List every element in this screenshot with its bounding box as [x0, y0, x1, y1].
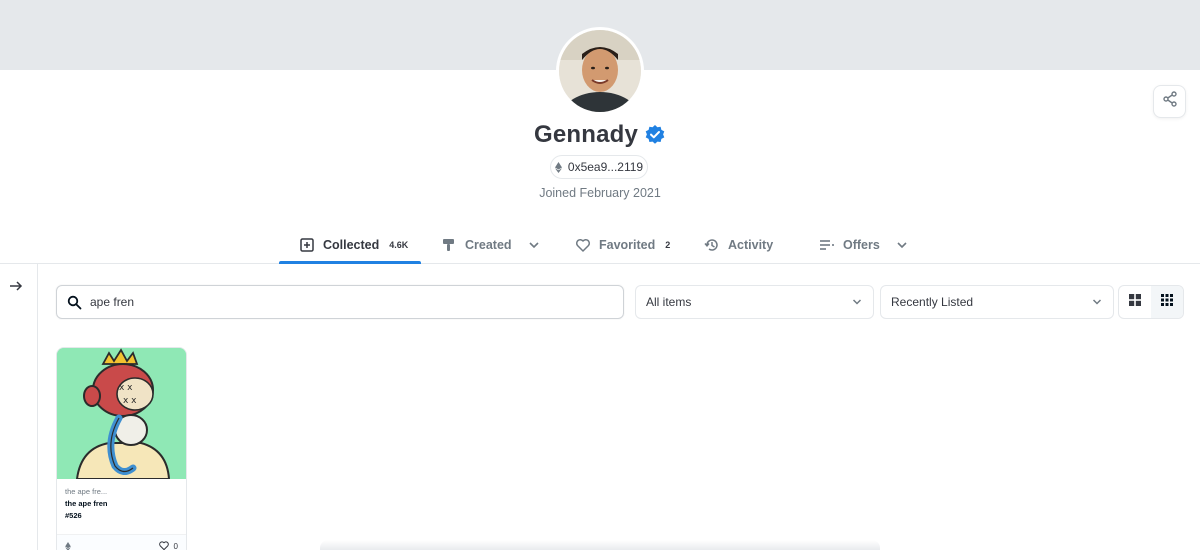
large-grid-button[interactable] — [1119, 286, 1151, 318]
chevron-down-icon — [851, 296, 863, 308]
card-collection-name: the ape fre... — [65, 487, 108, 496]
search-field[interactable] — [56, 285, 624, 319]
card-title: the ape fren — [65, 499, 108, 508]
ethereum-icon — [65, 542, 71, 550]
svg-text:x x: x x — [119, 383, 133, 393]
bottom-panel-edge — [320, 540, 880, 550]
items-filter-select[interactable]: All items — [635, 285, 874, 319]
profile-name: Gennady — [533, 121, 639, 148]
search-icon — [67, 295, 82, 310]
wallet-address-button[interactable]: 0x5ea9...2119 — [550, 155, 648, 179]
list-icon — [819, 237, 835, 253]
share-button[interactable] — [1153, 85, 1186, 118]
wallet-address: 0x5ea9...2119 — [567, 160, 644, 174]
tab-count: 4.6K — [389, 239, 409, 250]
card-favorite-button[interactable]: 0 — [158, 540, 178, 550]
svg-text:x x: x x — [123, 396, 137, 406]
tab-label: Offers — [843, 237, 880, 252]
large-grid-icon — [1128, 293, 1142, 312]
arrow-right-icon[interactable] — [8, 278, 24, 294]
profile-tabs: Collected 4.6K Created Favorited 2 Activ… — [0, 225, 1200, 264]
tab-label: Activity — [728, 237, 774, 252]
tab-count: 2 — [665, 239, 671, 250]
brush-icon — [441, 237, 457, 253]
items-filter-value: All items — [646, 295, 692, 309]
tab-label: Collected — [323, 237, 380, 252]
sort-select[interactable]: Recently Listed — [880, 285, 1114, 319]
tab-label: Created — [465, 237, 512, 252]
filter-sidebar — [0, 264, 38, 550]
card-like-count: 0 — [173, 542, 178, 550]
chevron-down-icon — [894, 237, 910, 253]
tab-created[interactable]: Created — [441, 225, 542, 264]
chevron-down-icon — [1091, 296, 1103, 308]
search-input[interactable] — [90, 295, 590, 309]
heart-icon — [158, 540, 170, 550]
profile-name-row: Gennady — [0, 121, 1200, 149]
tab-label: Favorited — [599, 237, 656, 252]
history-icon — [704, 237, 720, 253]
compact-grid-icon — [1160, 293, 1174, 312]
share-icon — [1162, 91, 1178, 112]
heart-icon — [575, 237, 591, 253]
sort-value: Recently Listed — [891, 295, 974, 309]
card-token-id: #526 — [65, 511, 82, 520]
verified-badge-icon — [644, 124, 666, 146]
chevron-down-icon — [526, 237, 542, 253]
tab-offers[interactable]: Offers — [819, 225, 910, 264]
tab-activity[interactable]: Activity — [704, 225, 773, 264]
joined-date: Joined February 2021 — [539, 186, 661, 200]
tab-collected[interactable]: Collected 4.6K — [299, 225, 408, 264]
ethereum-icon — [554, 161, 562, 173]
tab-favorited[interactable]: Favorited 2 — [575, 225, 670, 264]
active-tab-indicator — [279, 261, 421, 264]
nft-card[interactable]: x x x x the ape fre... the ape fren #526… — [56, 347, 187, 550]
compact-grid-button[interactable] — [1151, 286, 1183, 318]
card-footer: 0 — [57, 534, 186, 550]
grid-view-toggle — [1118, 285, 1184, 319]
collected-icon — [299, 237, 315, 253]
avatar — [556, 27, 644, 115]
nft-image: x x x x — [57, 348, 186, 479]
